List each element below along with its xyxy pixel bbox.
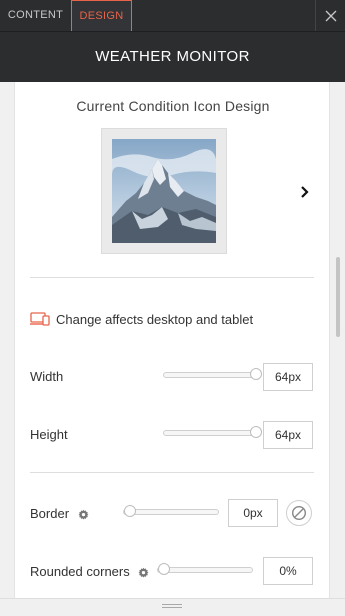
rounded-corners-label-text: Rounded corners bbox=[30, 564, 130, 579]
settings-panel: Current Condition Icon Design Change aff… bbox=[14, 82, 330, 598]
width-label: Width bbox=[30, 369, 64, 384]
no-border-icon bbox=[291, 505, 307, 521]
next-icon-button[interactable] bbox=[299, 184, 311, 200]
devices-icon bbox=[30, 312, 50, 326]
tab-design[interactable]: DESIGN bbox=[71, 0, 132, 31]
device-notice-text: Change affects desktop and tablet bbox=[56, 311, 254, 327]
close-button[interactable] bbox=[315, 0, 345, 31]
rounded-corners-input[interactable]: 0% bbox=[263, 557, 313, 585]
border-input[interactable]: 0px bbox=[228, 499, 278, 527]
resize-handle[interactable] bbox=[162, 604, 182, 610]
icon-design-title: Current Condition Icon Design bbox=[76, 98, 270, 114]
chevron-right-icon bbox=[301, 186, 309, 198]
rounded-corners-label: Rounded corners bbox=[30, 564, 149, 579]
width-slider-knob[interactable] bbox=[250, 368, 262, 380]
width-input[interactable]: 64px bbox=[263, 363, 313, 391]
rounded-corners-slider-knob[interactable] bbox=[158, 563, 170, 575]
scrollbar[interactable] bbox=[336, 257, 340, 337]
border-slider-knob[interactable] bbox=[124, 505, 136, 517]
top-tab-bar: CONTENT DESIGN bbox=[0, 0, 345, 32]
divider bbox=[30, 472, 314, 473]
height-slider[interactable] bbox=[163, 426, 262, 438]
divider bbox=[30, 277, 314, 278]
rounded-corners-slider[interactable] bbox=[157, 563, 253, 575]
gear-icon[interactable] bbox=[138, 567, 149, 578]
resize-footer bbox=[0, 598, 345, 616]
width-slider[interactable] bbox=[163, 368, 262, 380]
border-label-text: Border bbox=[30, 506, 70, 521]
mountain-image bbox=[112, 139, 216, 243]
panel-title: WEATHER MONITOR bbox=[0, 32, 345, 82]
height-slider-knob[interactable] bbox=[250, 426, 262, 438]
height-label: Height bbox=[30, 427, 68, 442]
settings-content: Current Condition Icon Design Change aff… bbox=[0, 82, 345, 598]
border-label: Border bbox=[30, 506, 89, 521]
border-reset-button[interactable] bbox=[286, 500, 312, 526]
gear-icon[interactable] bbox=[78, 509, 89, 520]
tab-content[interactable]: CONTENT bbox=[0, 0, 71, 31]
border-slider[interactable] bbox=[123, 505, 219, 517]
icon-design-thumbnail[interactable] bbox=[101, 128, 227, 254]
close-icon bbox=[325, 10, 336, 21]
device-notice: Change affects desktop and tablet bbox=[30, 310, 253, 328]
height-input[interactable]: 64px bbox=[263, 421, 313, 449]
